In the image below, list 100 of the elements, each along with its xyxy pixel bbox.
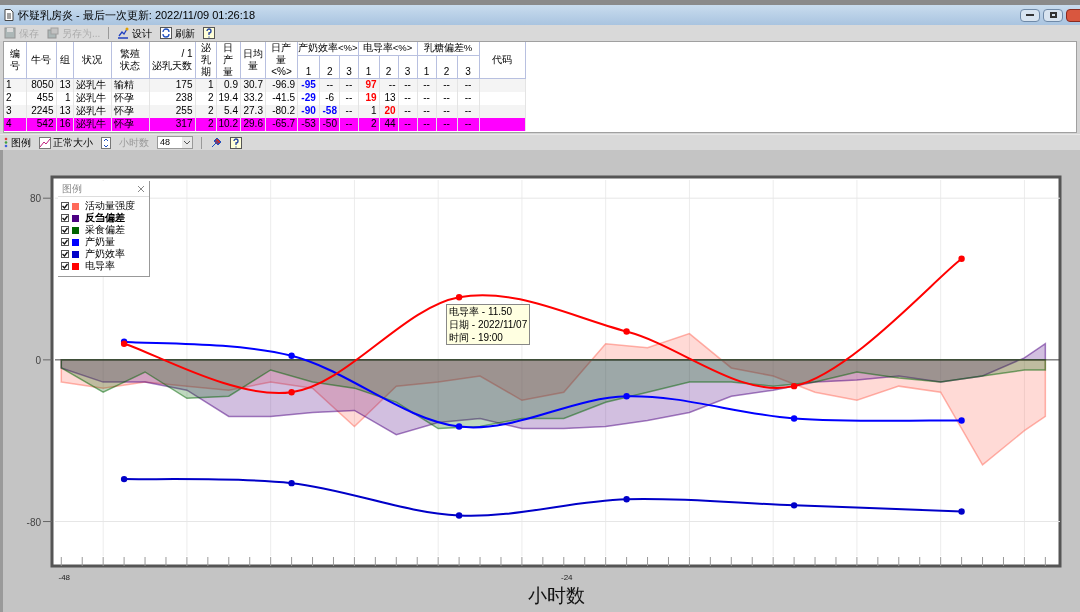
column-header: 3 (457, 55, 479, 79)
normal-size-button[interactable]: 正常大小 (39, 135, 93, 150)
table-cell: 30.7 (240, 78, 266, 92)
legend-icon (4, 137, 8, 148)
column-header: 2 (319, 55, 340, 79)
table-cell: 泌乳牛 (73, 78, 111, 92)
pin-icon[interactable] (210, 136, 222, 149)
column-header: 1 (297, 55, 320, 79)
table-cell: -- (398, 104, 417, 118)
table-cell: 怀孕 (111, 117, 149, 131)
data-point (623, 393, 630, 400)
table-cell: 317 (149, 117, 195, 131)
column-group-header: 电导率<%> (358, 42, 417, 55)
toolbar-button[interactable]: 刷新 (160, 25, 196, 41)
table-cell: -50 (319, 117, 340, 131)
maximize-button[interactable] (1043, 8, 1063, 22)
legend-label: 采食偏差 (85, 224, 125, 236)
data-point (790, 502, 798, 509)
table-cell: -- (398, 117, 417, 131)
table-cell: 2 (4, 91, 26, 105)
column-header: 3 (339, 55, 358, 79)
checkbox[interactable] (61, 262, 69, 270)
legend-label: 产奶量 (85, 236, 115, 248)
table-cell: 16 (56, 117, 73, 131)
table-cell: -- (398, 78, 417, 92)
chart-icon (117, 27, 130, 39)
table-cell: -6 (319, 91, 340, 105)
column-header: 日产量 (222, 42, 235, 78)
x-axis-label: -24 (561, 573, 573, 582)
checkbox[interactable] (61, 250, 69, 258)
table-cell: 255 (149, 104, 195, 118)
column-header: 3 (398, 55, 417, 79)
table-cell: -- (398, 91, 417, 105)
checkbox[interactable] (61, 214, 69, 222)
x-axis-title: 小时数 (527, 584, 585, 606)
table-cell: -- (436, 78, 457, 92)
legend-label: 反刍偏差 (85, 212, 125, 224)
table-cell: 542 (26, 117, 56, 131)
column-header: 状况 (82, 54, 102, 66)
checkbox[interactable] (61, 202, 69, 210)
column-header-note: / 1 (180, 48, 193, 60)
table-cell: 2 (195, 104, 216, 118)
table-cell: 泌乳牛 (73, 91, 111, 105)
table-cell: -- (457, 117, 479, 131)
legend-title: 图例 (62, 182, 82, 195)
x-axis-label: -48 (58, 573, 71, 582)
table-cell: 1 (358, 104, 379, 118)
tooltip-line: 时间 - 19:00 (449, 331, 504, 344)
y-axis-label: -80 (26, 516, 41, 528)
data-point (455, 512, 463, 519)
table-cell: 20 (379, 104, 398, 118)
hours-dropdown[interactable]: 48 (157, 136, 193, 149)
table-cell: 13 (379, 91, 398, 105)
table-cell: 怀孕 (111, 91, 149, 105)
minimize-button[interactable] (1020, 8, 1040, 22)
data-point (623, 328, 630, 335)
table-cell: 2245 (26, 104, 56, 118)
help-button[interactable] (203, 27, 216, 39)
table-cell: 44 (379, 117, 398, 131)
table-cell: 怀孕 (111, 104, 149, 118)
checkbox[interactable] (61, 238, 69, 246)
close-icon[interactable] (137, 184, 145, 193)
data-point (958, 508, 965, 515)
table-cell: 10.2 (216, 117, 241, 131)
toolbar-button[interactable]: 设计 (117, 25, 153, 41)
table-cell: 4 (4, 117, 26, 131)
help-icon[interactable] (230, 136, 242, 149)
column-header: 繁殖状态 (119, 48, 141, 72)
y-axis-label: 0 (35, 354, 41, 366)
legend-label: 电导率 (85, 260, 115, 272)
table-cell: -90 (297, 104, 320, 118)
window-title: 怀疑乳房炎 - 最后一次更新: 2022/11/09 01:26:18 (18, 7, 255, 23)
table-cell: 输精 (111, 78, 149, 92)
table-cell: 238 (149, 91, 195, 105)
table-cell: -- (417, 78, 436, 92)
table-cell: 泌乳牛 (73, 104, 111, 118)
table-cell: 19.4 (216, 91, 241, 105)
data-point (790, 415, 798, 422)
data-point (623, 496, 630, 503)
table-cell: -- (457, 78, 479, 92)
column-header: 泌乳期 (199, 42, 212, 78)
column-header: 2 (436, 55, 457, 79)
table-cell: -- (436, 117, 457, 131)
checkbox[interactable] (61, 226, 69, 234)
table-cell: 1 (195, 78, 216, 92)
data-point (958, 255, 965, 262)
table-cell: 13 (56, 78, 73, 92)
table-cell: -- (339, 78, 358, 92)
spinner-icon[interactable] (101, 136, 111, 149)
table-cell: 455 (26, 91, 56, 105)
table-cell: -- (417, 117, 436, 131)
table-cell: -53 (297, 117, 320, 131)
data-point (455, 423, 463, 430)
table-cell: -- (457, 91, 479, 105)
table-cell: 19 (358, 91, 379, 105)
column-header: 日均量 (242, 48, 263, 72)
legend-button[interactable]: 图例 (4, 135, 31, 150)
data-point (958, 417, 965, 424)
document-icon (4, 9, 14, 21)
table-cell: 0.9 (216, 78, 241, 92)
